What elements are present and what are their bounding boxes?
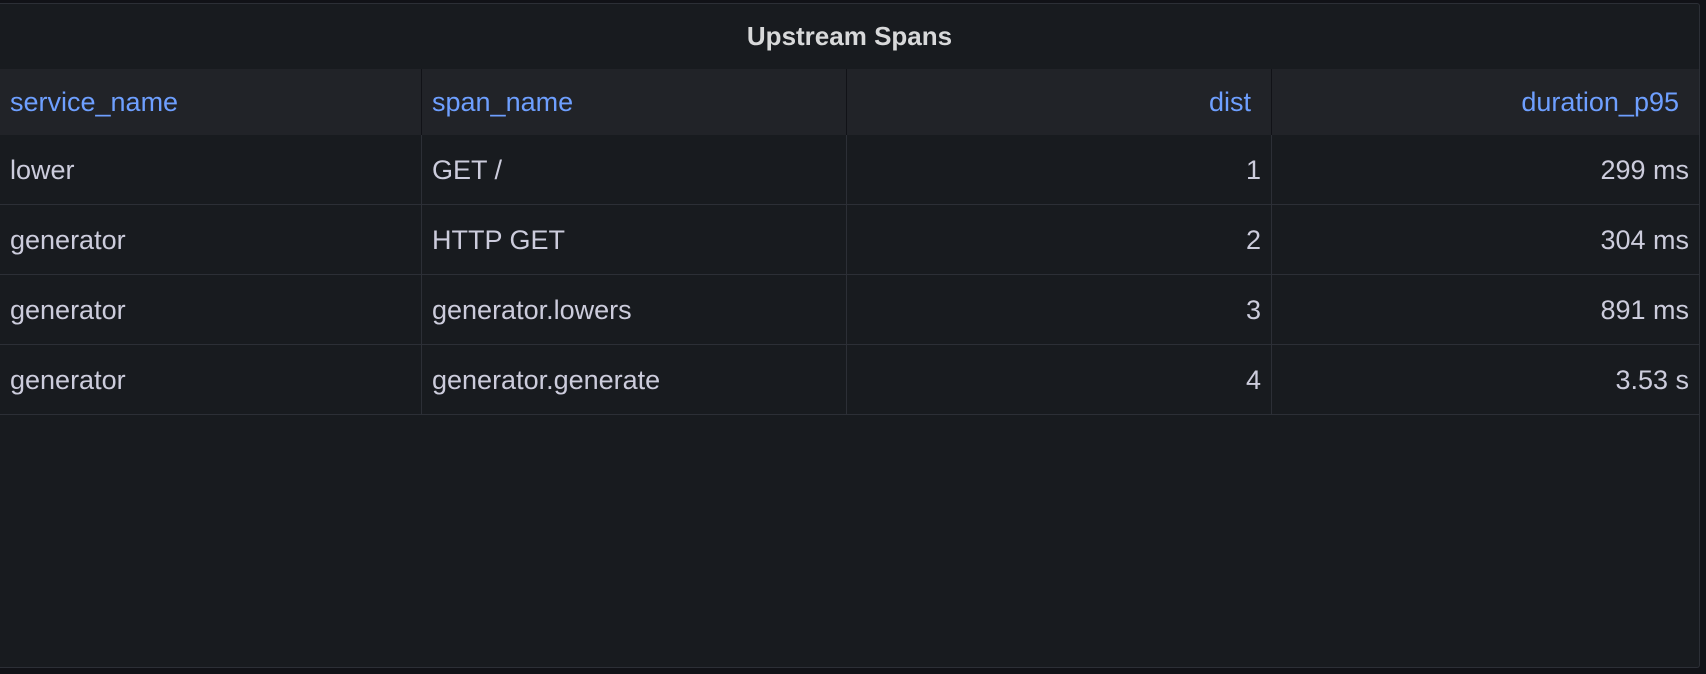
table-cell-service-name: lower: [0, 135, 422, 205]
table-panel: Upstream Spans service_name span_name di…: [0, 3, 1700, 668]
table-cell-duration-p95: 3.53 s: [1272, 345, 1699, 415]
data-table: service_name span_name dist duration_p95…: [0, 69, 1699, 415]
column-header-span-name[interactable]: span_name: [422, 69, 847, 135]
table-cell-service-name: generator: [0, 205, 422, 275]
column-header-service-name[interactable]: service_name: [0, 69, 422, 135]
table-cell-dist: 3: [847, 275, 1272, 345]
column-header-duration-p95[interactable]: duration_p95: [1272, 69, 1699, 135]
table-cell-span-name: generator.generate: [422, 345, 847, 415]
table-cell-service-name: generator: [0, 345, 422, 415]
table-cell-duration-p95: 304 ms: [1272, 205, 1699, 275]
panel-title[interactable]: Upstream Spans: [0, 4, 1699, 69]
table-cell-dist: 2: [847, 205, 1272, 275]
table-cell-duration-p95: 891 ms: [1272, 275, 1699, 345]
table-cell-span-name: HTTP GET: [422, 205, 847, 275]
table-cell-dist: 4: [847, 345, 1272, 415]
table-cell-span-name: GET /: [422, 135, 847, 205]
table-cell-service-name: generator: [0, 275, 422, 345]
table-cell-duration-p95: 299 ms: [1272, 135, 1699, 205]
table-cell-dist: 1: [847, 135, 1272, 205]
table-cell-span-name: generator.lowers: [422, 275, 847, 345]
column-header-dist[interactable]: dist: [847, 69, 1272, 135]
